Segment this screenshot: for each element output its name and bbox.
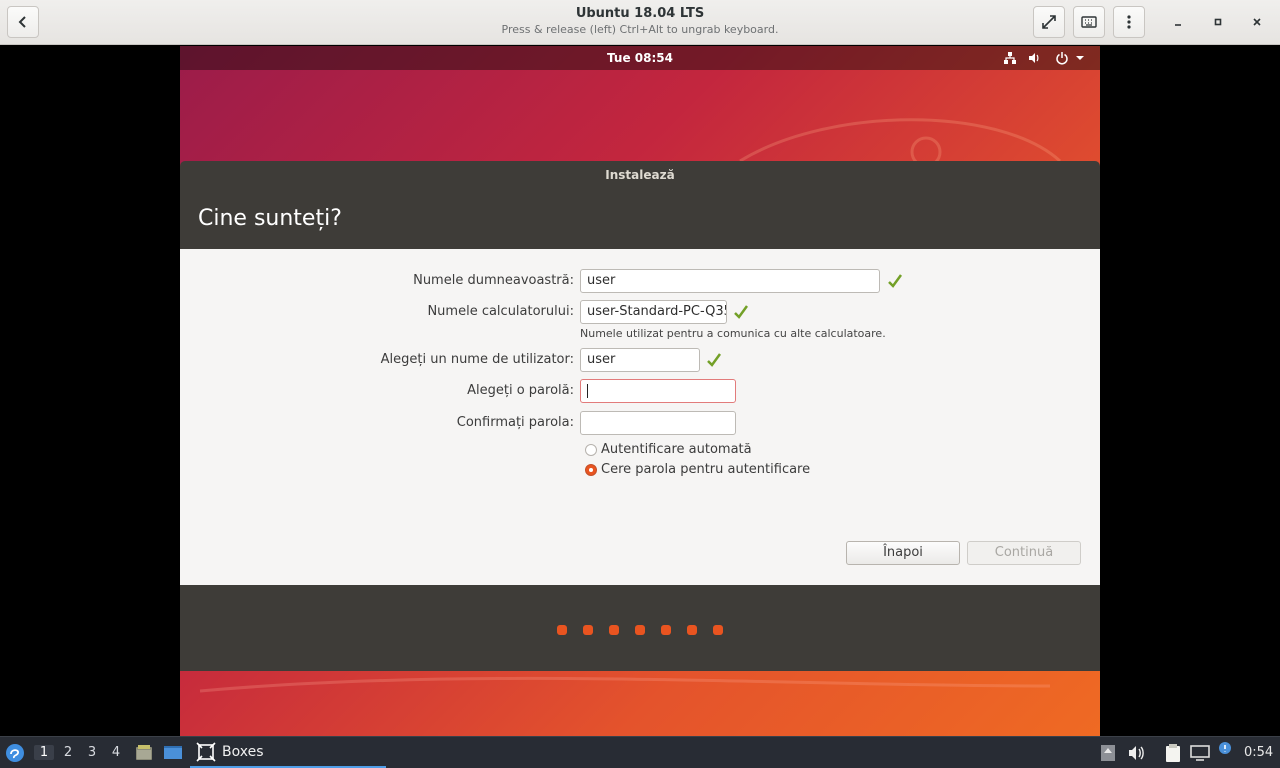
app-menu-icon <box>6 744 24 762</box>
username-valid-check-icon <box>707 353 722 367</box>
installer-title: Instalează <box>180 161 1100 189</box>
volume-icon[interactable] <box>1026 50 1042 66</box>
computer-name-hint: Numele utilizat pentru a comunica cu alt… <box>580 327 886 340</box>
show-desktop-launcher[interactable] <box>163 743 183 763</box>
progress-dot <box>609 625 619 635</box>
computer-name-input[interactable]: user-Standard-PC-Q35- <box>580 300 727 324</box>
progress-dot <box>661 625 671 635</box>
task-boxes[interactable]: Boxes <box>190 737 386 768</box>
progress-dots <box>180 625 1100 635</box>
tray-notification-icon[interactable] <box>1214 740 1234 760</box>
username-input[interactable]: user <box>580 348 700 372</box>
installer-header: Cine sunteți? <box>180 189 1100 249</box>
name-input[interactable]: user <box>580 269 880 293</box>
installer-form: Numele dumneavoastră: user Numele calcul… <box>180 249 1100 585</box>
task-label: Boxes <box>222 743 264 760</box>
keyboard-button[interactable] <box>1073 6 1105 38</box>
auto-login-radio[interactable]: Autentificare automată <box>585 442 752 457</box>
workspace-3[interactable]: 3 <box>82 745 102 760</box>
fullscreen-button[interactable] <box>1033 6 1065 38</box>
name-label: Numele dumneavoastră: <box>413 273 574 288</box>
maximize-button[interactable] <box>1208 12 1228 32</box>
workspace-1[interactable]: 1 <box>34 745 54 760</box>
auto-login-label: Autentificare automată <box>601 442 752 457</box>
tray-clipboard-icon[interactable] <box>1163 743 1183 763</box>
password-input[interactable] <box>580 379 736 403</box>
require-password-radio[interactable]: Cere parola pentru autentificare <box>585 462 810 477</box>
minimize-button[interactable] <box>1168 12 1188 32</box>
taskbar-clock[interactable]: 0:54 <box>1244 745 1273 760</box>
tray-updates-icon[interactable] <box>1098 743 1118 763</box>
require-password-label: Cere parola pentru autentificare <box>601 462 811 477</box>
close-button[interactable] <box>1247 12 1267 32</box>
computer-name-valid-check-icon <box>734 305 749 319</box>
progress-dot <box>713 625 723 635</box>
radio-unchecked-icon <box>585 443 597 456</box>
password-label: Alegeți o parolă: <box>467 383 574 398</box>
tray-volume-icon[interactable] <box>1126 743 1146 763</box>
confirm-password-label: Confirmați parola: <box>456 415 574 430</box>
installer-window: Instalează Cine sunteți? Numele dumneavo… <box>180 161 1100 671</box>
power-icon[interactable] <box>1054 50 1070 66</box>
workspace-2[interactable]: 2 <box>58 745 78 760</box>
progress-dot <box>687 625 697 635</box>
radio-checked-icon <box>585 463 597 476</box>
vm-display[interactable]: Tue 08:54 Instalează Cine sunteți? Numel… <box>180 46 1100 736</box>
confirm-password-input[interactable] <box>580 411 736 435</box>
username-label: Alegeți un nume de utilizator: <box>380 352 574 367</box>
text-cursor <box>587 383 588 398</box>
computer-name-label: Numele calculatorului: <box>427 304 574 319</box>
progress-dot <box>557 625 567 635</box>
more-vertical-icon <box>1127 15 1131 29</box>
vm-clock[interactable]: Tue 08:54 <box>180 51 1100 65</box>
vm-top-bar: Tue 08:54 <box>180 46 1100 70</box>
progress-dot <box>635 625 645 635</box>
app-menu-button[interactable] <box>5 743 25 763</box>
tray-display-icon[interactable] <box>1190 743 1210 763</box>
boxes-header-bar: Ubuntu 18.04 LTS Press & release (left) … <box>0 0 1280 45</box>
host-taskbar: 1 2 3 4 Boxes 0:54 <box>0 736 1280 768</box>
minimize-icon <box>1175 24 1181 26</box>
folder-icon <box>136 745 152 760</box>
boxes-app-icon <box>196 741 216 762</box>
workspace-4[interactable]: 4 <box>106 745 126 760</box>
keyboard-icon <box>1081 16 1097 28</box>
close-icon <box>1253 18 1261 26</box>
menu-button[interactable] <box>1113 6 1145 38</box>
progress-dot <box>583 625 593 635</box>
name-valid-check-icon <box>888 274 903 288</box>
chevron-down-icon[interactable] <box>1074 50 1086 66</box>
desktop-icon <box>164 746 182 759</box>
fullscreen-icon <box>1042 15 1056 29</box>
maximize-icon <box>1214 18 1222 26</box>
file-manager-launcher[interactable] <box>134 743 154 763</box>
continue-button[interactable]: Continuă <box>967 541 1081 565</box>
page-heading: Cine sunteți? <box>198 206 342 231</box>
network-icon[interactable] <box>1002 50 1018 66</box>
back-button[interactable]: Înapoi <box>846 541 960 565</box>
installer-footer <box>180 585 1100 671</box>
